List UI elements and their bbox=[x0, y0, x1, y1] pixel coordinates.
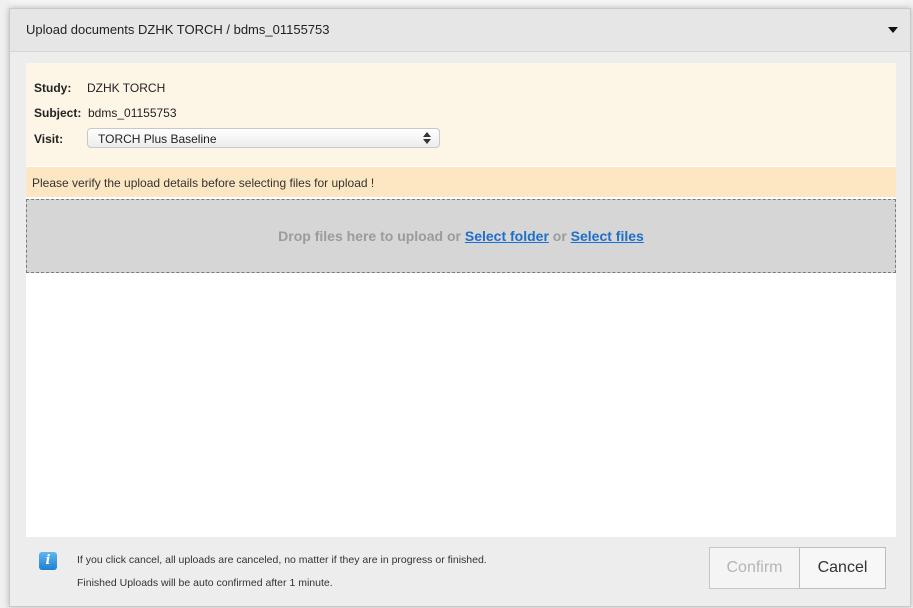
study-label: Study: bbox=[34, 81, 72, 95]
dropzone-message: Drop files here to upload or Select fold… bbox=[27, 228, 895, 244]
updown-icon bbox=[423, 132, 431, 144]
verify-warning: Please verify the upload details before … bbox=[26, 167, 896, 197]
auto-confirm-info-text: Finished Uploads will be auto confirmed … bbox=[77, 577, 333, 589]
upload-details: Study: DZHK TORCH Subject: bdms_01155753… bbox=[26, 63, 896, 166]
confirm-button[interactable]: Confirm bbox=[709, 547, 800, 589]
dialog-title: Upload documents DZHK TORCH / bdms_01155… bbox=[26, 22, 330, 37]
subject-label: Subject: bbox=[34, 106, 82, 120]
select-folder-link[interactable]: Select folder bbox=[465, 228, 549, 244]
visit-select-value: TORCH Plus Baseline bbox=[98, 132, 217, 146]
dialog-body: Study: DZHK TORCH Subject: bdms_01155753… bbox=[26, 63, 896, 537]
visit-label: Visit: bbox=[34, 132, 64, 146]
dialog-header: Upload documents DZHK TORCH / bdms_01155… bbox=[10, 9, 910, 52]
info-icon: i bbox=[39, 552, 57, 570]
dropzone-or: or bbox=[552, 228, 567, 244]
study-value: DZHK TORCH bbox=[87, 81, 166, 95]
subject-value: bdms_01155753 bbox=[88, 106, 177, 120]
cancel-button[interactable]: Cancel bbox=[799, 547, 886, 589]
upload-dialog: Upload documents DZHK TORCH / bdms_01155… bbox=[9, 8, 911, 607]
file-dropzone[interactable]: Drop files here to upload or Select fold… bbox=[26, 199, 896, 273]
verify-warning-text: Please verify the upload details before … bbox=[32, 176, 375, 190]
dropzone-text: Drop files here to upload or bbox=[278, 228, 461, 244]
cancel-info-text: If you click cancel, all uploads are can… bbox=[77, 554, 487, 566]
visit-select[interactable]: TORCH Plus Baseline bbox=[87, 128, 440, 148]
chevron-down-icon[interactable] bbox=[888, 27, 898, 33]
select-files-link[interactable]: Select files bbox=[571, 228, 644, 244]
